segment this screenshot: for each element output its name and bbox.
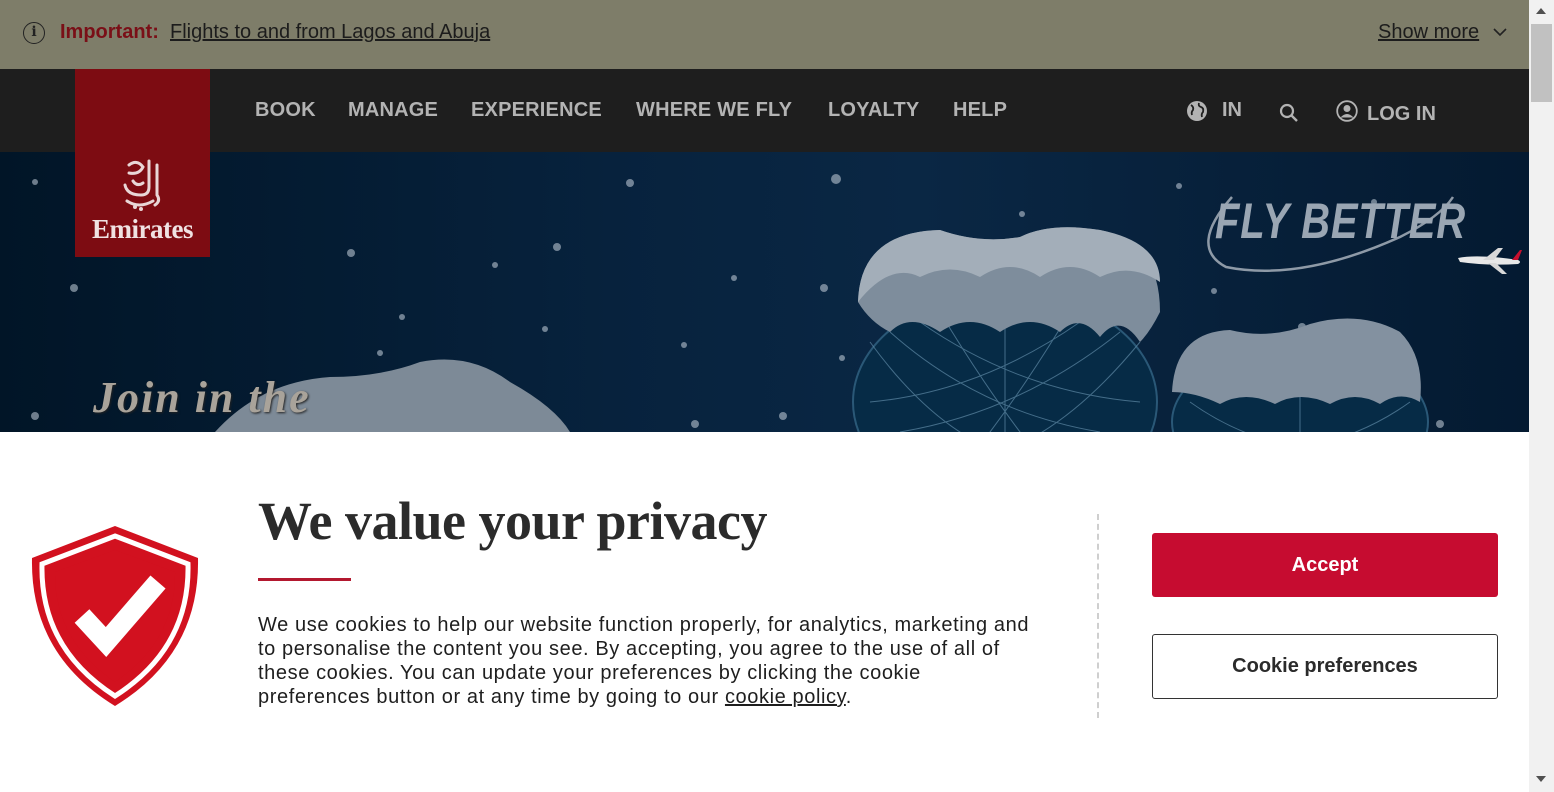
shield-check-icon — [31, 526, 199, 706]
cookie-body-copy: We use cookies to help our website funct… — [258, 614, 1030, 708]
page-scrollbar[interactable] — [1529, 0, 1554, 792]
panel-divider — [1097, 514, 1099, 718]
main-nav: BOOK MANAGE EXPERIENCE WHERE WE FLY LOYA… — [0, 69, 1529, 152]
nav-item-manage[interactable]: MANAGE — [348, 99, 438, 122]
chevron-down-icon — [1493, 28, 1507, 37]
nav-item-where-we-fly[interactable]: WHERE WE FLY — [636, 99, 792, 122]
search-icon[interactable] — [1279, 103, 1299, 123]
alert-label: Important: — [60, 21, 159, 43]
cookie-preferences-button[interactable]: Cookie preferences — [1152, 634, 1498, 699]
scroll-up-arrow-icon[interactable] — [1536, 8, 1546, 14]
show-more-button[interactable]: Show more — [1378, 21, 1507, 44]
title-underline — [258, 578, 351, 581]
fly-better-tagline: FLY BETTER — [1215, 193, 1466, 249]
cookie-policy-link[interactable]: cookie policy — [725, 686, 846, 708]
nav-item-loyalty[interactable]: LOYALTY — [828, 99, 919, 122]
logo-wordmark: Emirates — [92, 214, 193, 244]
cookie-title: We value your privacy — [258, 491, 768, 551]
show-more-label: Show more — [1378, 21, 1480, 43]
nav-item-experience[interactable]: EXPERIENCE — [471, 99, 602, 122]
accept-button[interactable]: Accept — [1152, 533, 1498, 597]
plane-graphic — [1458, 248, 1522, 274]
globe-icon[interactable] — [1186, 100, 1208, 122]
hero-banner: FLY BETTER Join in the — [0, 152, 1529, 432]
alert-link[interactable]: Flights to and from Lagos and Abuja — [170, 21, 490, 44]
info-icon: i — [23, 22, 45, 44]
cookie-body-text: We use cookies to help our website funct… — [258, 614, 1030, 708]
alert-bar: i Important: Flights to and from Lagos a… — [0, 0, 1529, 69]
scrollbar-thumb[interactable] — [1531, 24, 1552, 102]
emirates-logo[interactable]: Emirates — [75, 69, 210, 257]
login-link[interactable]: LOG IN — [1367, 103, 1436, 126]
nav-item-help[interactable]: HELP — [953, 99, 1007, 122]
user-icon[interactable] — [1336, 100, 1358, 122]
nav-item-book[interactable]: BOOK — [255, 99, 316, 122]
emirates-arabic-logo-icon — [123, 159, 161, 211]
scroll-down-arrow-icon[interactable] — [1536, 776, 1546, 782]
region-selector[interactable]: IN — [1222, 99, 1242, 122]
cookie-consent-panel: We value your privacy We use cookies to … — [0, 432, 1529, 792]
hero-headline: Join in the — [93, 373, 311, 422]
